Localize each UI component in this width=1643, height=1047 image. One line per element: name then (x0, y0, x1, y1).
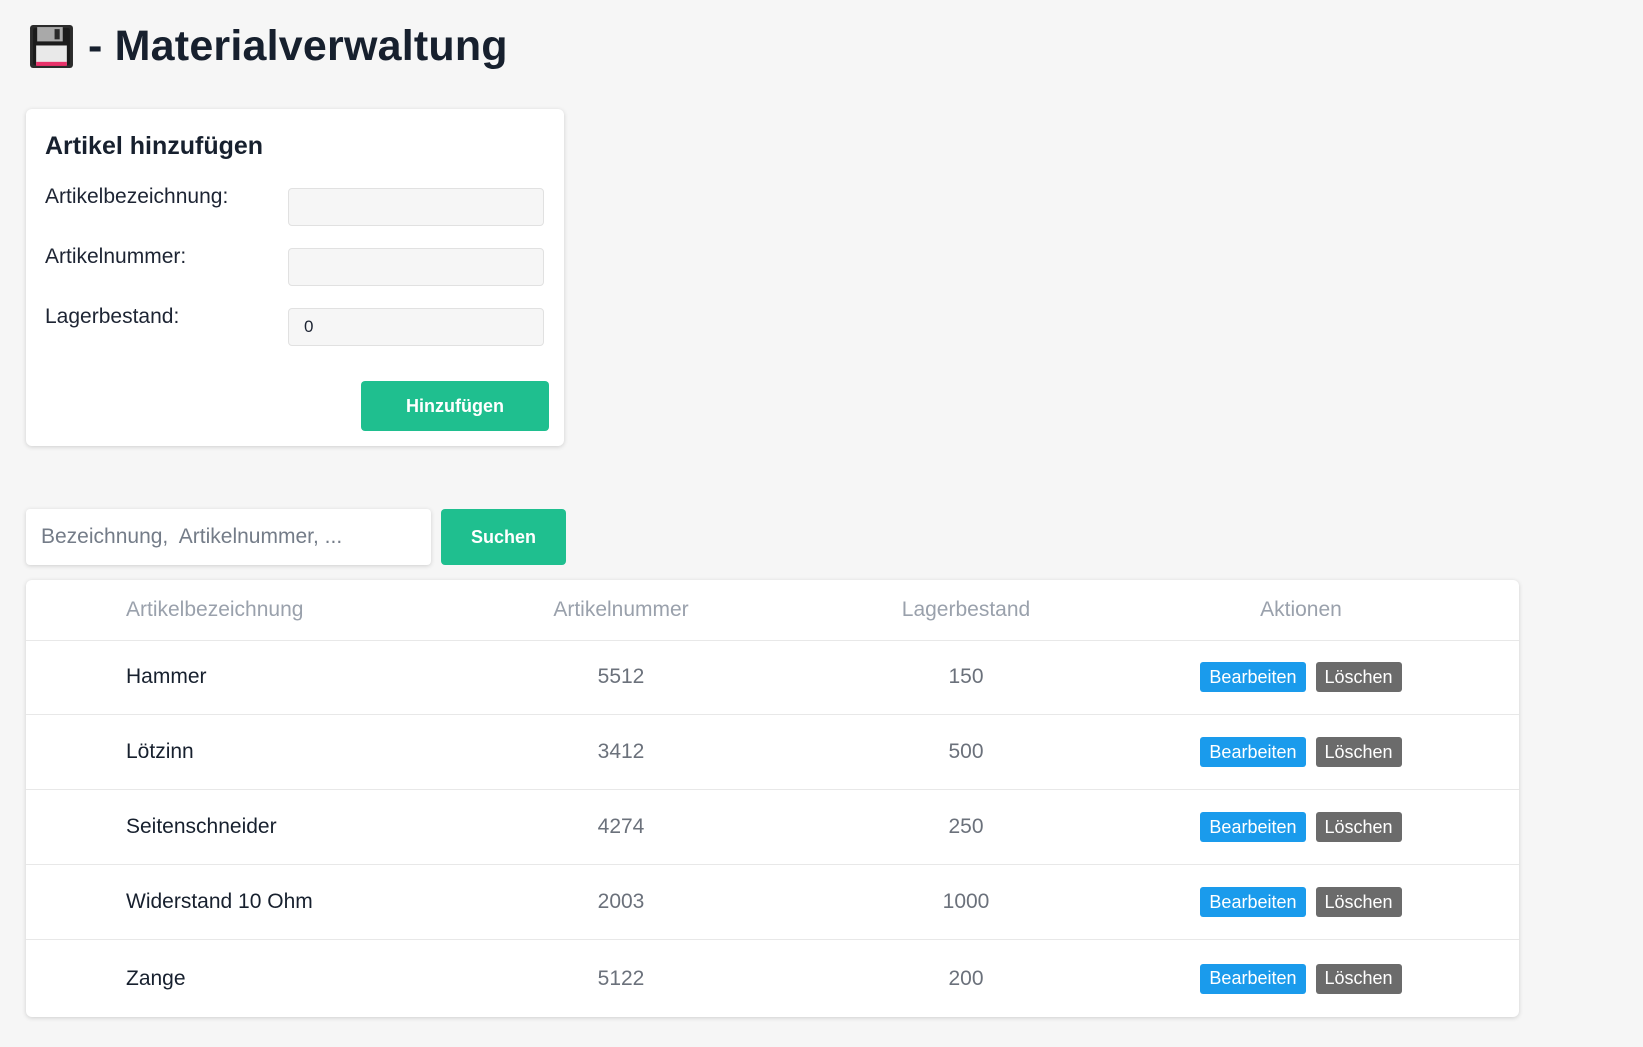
cell-article-name: Hammer (126, 665, 207, 688)
table-row: Seitenschneider 4274 250 Bearbeiten Lösc… (26, 790, 1519, 865)
cell-article-number: 2003 (597, 890, 645, 913)
edit-button[interactable]: Bearbeiten (1200, 737, 1306, 767)
page-header: - Materialverwaltung (29, 22, 508, 71)
floppy-disk-icon (30, 25, 73, 68)
edit-button[interactable]: Bearbeiten (1200, 887, 1306, 917)
edit-button[interactable]: Bearbeiten (1200, 812, 1306, 842)
table-row: Zange 5122 200 Bearbeiten Löschen (26, 940, 1519, 1017)
cell-article-number: 4274 (597, 815, 645, 838)
article-number-input[interactable] (288, 248, 544, 286)
cell-actions: Bearbeiten Löschen (1151, 865, 1451, 939)
cell-article-number: 3412 (597, 740, 645, 763)
column-header-stock: Lagerbestand (901, 598, 1031, 621)
add-article-title: Artikel hinzufügen (45, 132, 264, 160)
cell-stock: 500 (948, 740, 984, 763)
delete-button[interactable]: Löschen (1315, 737, 1402, 767)
column-header-name: Artikelbezeichnung (126, 598, 304, 621)
stock-label: Lagerbestand: (45, 305, 180, 328)
add-button[interactable]: Hinzufügen (361, 381, 549, 431)
search-button[interactable]: Suchen (441, 509, 566, 565)
table-row: Lötzinn 3412 500 Bearbeiten Löschen (26, 715, 1519, 790)
search-input[interactable] (26, 509, 431, 565)
column-header-number: Artikelnummer (553, 598, 689, 621)
table-row: Widerstand 10 Ohm 2003 1000 Bearbeiten L… (26, 865, 1519, 940)
cell-article-name: Widerstand 10 Ohm (126, 890, 313, 913)
column-header-actions: Aktionen (1260, 598, 1342, 621)
article-name-label: Artikelbezeichnung: (45, 185, 229, 208)
article-name-input[interactable] (288, 188, 544, 226)
table-header-row: Artikelbezeichnung Artikelnummer Lagerbe… (26, 580, 1519, 641)
table-row: Hammer 5512 150 Bearbeiten Löschen (26, 640, 1519, 715)
cell-article-number: 5512 (597, 665, 645, 688)
cell-stock: 250 (948, 815, 984, 838)
delete-button[interactable]: Löschen (1315, 812, 1402, 842)
cell-actions: Bearbeiten Löschen (1151, 940, 1451, 1017)
article-number-label: Artikelnummer: (45, 245, 187, 268)
cell-stock: 1000 (942, 890, 990, 913)
cell-actions: Bearbeiten Löschen (1151, 640, 1451, 714)
cell-actions: Bearbeiten Löschen (1151, 715, 1451, 789)
edit-button[interactable]: Bearbeiten (1200, 963, 1306, 994)
cell-article-number: 5122 (597, 966, 645, 990)
delete-button[interactable]: Löschen (1315, 963, 1402, 994)
add-article-card: Artikel hinzufügen Artikelbezeichnung: A… (26, 109, 564, 446)
cell-article-name: Seitenschneider (126, 815, 277, 838)
delete-button[interactable]: Löschen (1315, 887, 1402, 917)
page-title: - Materialverwaltung (88, 22, 508, 70)
cell-article-name: Zange (126, 966, 186, 990)
delete-button[interactable]: Löschen (1315, 662, 1402, 692)
edit-button[interactable]: Bearbeiten (1200, 662, 1306, 692)
cell-stock: 150 (948, 665, 984, 688)
stock-input[interactable] (288, 308, 544, 346)
cell-stock: 200 (948, 966, 984, 990)
cell-actions: Bearbeiten Löschen (1151, 790, 1451, 864)
article-table: Artikelbezeichnung Artikelnummer Lagerbe… (26, 580, 1519, 1017)
cell-article-name: Lötzinn (126, 740, 194, 763)
